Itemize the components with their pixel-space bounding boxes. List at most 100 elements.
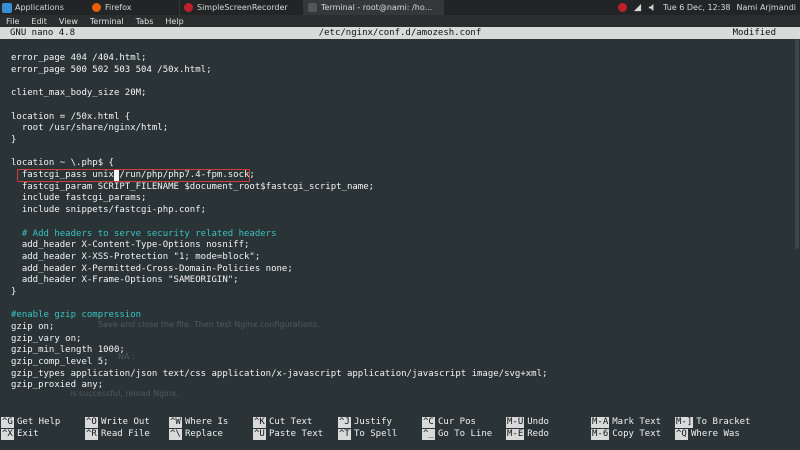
shortcut-label: Cur Pos <box>438 417 476 427</box>
shortcut-key: M-U <box>506 416 525 428</box>
volume-icon[interactable] <box>648 3 657 12</box>
shortcut-label: Paste Text <box>269 429 324 439</box>
shortcut-key: ^C <box>422 416 435 428</box>
shortcut-undo[interactable]: M-U Undo <box>506 416 549 428</box>
applications-label: Applications <box>15 3 64 12</box>
shortcut-to-spell[interactable]: ^T To Spell <box>338 428 397 440</box>
shortcut-label: Cut Text <box>269 417 313 427</box>
shortcut-label: Where Is <box>185 417 229 427</box>
background-text: NA : <box>118 352 135 361</box>
nano-title-bar: GNU nano 4.8 /etc/nginx/conf.d/amozesh.c… <box>0 27 800 39</box>
shortcut-where-was[interactable]: ^Q Where Was <box>675 428 740 440</box>
shortcut-mark-text[interactable]: M-A Mark Text <box>591 416 661 428</box>
recording-indicator-icon[interactable] <box>618 3 628 12</box>
top-panel: Applications Firefox SimpleScreenRecorde… <box>0 0 800 15</box>
shortcut-key: ^K <box>253 416 266 428</box>
editor-area[interactable]: error_page 404 /404.html; error_page 500… <box>0 39 800 411</box>
shortcut-key: ^\ <box>169 428 182 440</box>
code-line: include fastcgi_params; <box>11 193 147 203</box>
shortcut-key: M-6 <box>591 428 610 440</box>
menu-file[interactable]: File <box>6 17 19 26</box>
code-line: location ~ \.php$ { <box>11 158 114 168</box>
shortcut-label: Replace <box>185 429 223 439</box>
shortcut-cut-text[interactable]: ^K Cut Text <box>253 416 312 428</box>
shortcut-key: ^G <box>1 416 14 428</box>
shortcut-replace[interactable]: ^\ Replace <box>169 428 223 440</box>
code-line: gzip_min_length 1000; <box>11 345 125 355</box>
applications-menu[interactable]: Applications <box>0 2 88 13</box>
shortcut-label: Justify <box>354 417 392 427</box>
code-line: } <box>11 135 17 145</box>
shortcut-label: Go To Line <box>438 429 493 439</box>
terminal-menubar: File Edit View Terminal Tabs Help <box>0 15 800 27</box>
network-icon[interactable] <box>633 3 642 12</box>
code-line: include snippets/fastcgi-php.conf; <box>11 205 207 215</box>
shortcut-label: Where Was <box>691 429 740 439</box>
clock[interactable]: Tue 6 Dec, 12:38 <box>663 3 730 12</box>
taskbar-item-simplescreenrecorder[interactable]: SimpleScreenRecorder <box>180 0 304 15</box>
shortcut-exit[interactable]: ^X Exit <box>1 428 39 440</box>
shortcut-get-help[interactable]: ^G Get Help <box>1 416 60 428</box>
menu-tabs[interactable]: Tabs <box>136 17 154 26</box>
shortcut-justify[interactable]: ^J Justify <box>338 416 392 428</box>
highlight-box <box>17 169 250 182</box>
modified-status: Modified <box>732 28 776 38</box>
shortcut-label: Redo <box>527 429 549 439</box>
shortcut-label: Copy Text <box>612 429 662 439</box>
record-icon <box>184 3 193 12</box>
text-cursor <box>114 170 119 181</box>
shortcut-key: ^_ <box>422 428 435 440</box>
shortcut-label: Undo <box>527 417 549 427</box>
menu-help[interactable]: Help <box>165 17 183 26</box>
shortcut-copy-text[interactable]: M-6 Copy Text <box>591 428 661 440</box>
code-line: error_page 404 /404.html; <box>11 53 147 63</box>
shortcut-label: Mark Text <box>612 417 662 427</box>
shortcut-label: To Bracket <box>696 417 751 427</box>
shortcut-key: ^R <box>85 428 98 440</box>
shortcut-key: ^U <box>253 428 266 440</box>
firefox-icon <box>92 3 101 12</box>
shortcut-label: Read File <box>101 429 150 439</box>
terminal-icon <box>308 3 317 12</box>
code-line: } <box>11 287 17 297</box>
shortcut-redo[interactable]: M-E Redo <box>506 428 549 440</box>
code-line: add_header X-Frame-Options "SAMEORIGIN"; <box>11 275 239 285</box>
shortcut-cur-pos[interactable]: ^C Cur Pos <box>422 416 476 428</box>
shortcut-to-bracket[interactable]: M-] To Bracket <box>675 416 750 428</box>
shortcut-key: ^O <box>85 416 98 428</box>
menu-terminal[interactable]: Terminal <box>90 17 124 26</box>
scrollbar[interactable] <box>794 39 800 411</box>
code-line: gzip on; <box>11 322 55 332</box>
user-menu[interactable]: Nami Arjmandi <box>737 3 797 12</box>
shortcut-key: ^X <box>1 428 14 440</box>
shortcut-key: ^W <box>169 416 182 428</box>
code-line: error_page 500 502 503 504 /50x.html; <box>11 65 212 75</box>
scrollbar-thumb[interactable] <box>795 39 799 249</box>
applications-icon <box>2 2 12 13</box>
code-line: add_header X-Content-Type-Options nosnif… <box>11 240 250 250</box>
shortcut-write-out[interactable]: ^O Write Out <box>85 416 150 428</box>
shortcut-read-file[interactable]: ^R Read File <box>85 428 150 440</box>
file-name: /etc/nginx/conf.d/amozesh.conf <box>318 28 482 38</box>
code-line: gzip_comp_level 5; <box>11 357 109 367</box>
shortcut-key: ^T <box>338 428 351 440</box>
shortcut-key: M-E <box>506 428 525 440</box>
taskbar-item-terminal[interactable]: Terminal - root@nami: /ho... <box>304 0 444 15</box>
shortcut-label: To Spell <box>354 429 398 439</box>
code-line: root /usr/share/nginx/html; <box>11 123 169 133</box>
taskbar-item-firefox[interactable]: Firefox <box>88 0 180 15</box>
system-tray: Tue 6 Dec, 12:38 Nami Arjmandi <box>618 0 796 15</box>
shortcut-key: M-] <box>675 416 694 428</box>
shortcut-label: Write Out <box>101 417 150 427</box>
taskbar-item-label: Terminal - root@nami: /ho... <box>321 3 433 12</box>
shortcut-where-is[interactable]: ^W Where Is <box>169 416 228 428</box>
shortcut-go-to-line[interactable]: ^_ Go To Line <box>422 428 492 440</box>
background-text: Save and close the file. Then test Nginx… <box>98 320 320 329</box>
taskbar-item-label: SimpleScreenRecorder <box>197 3 288 12</box>
shortcut-paste-text[interactable]: ^U Paste Text <box>253 428 323 440</box>
menu-edit[interactable]: Edit <box>31 17 47 26</box>
menu-view[interactable]: View <box>59 17 78 26</box>
code-line: add_header X-XSS-Protection "1; mode=blo… <box>11 252 261 262</box>
shortcut-label: Get Help <box>17 417 61 427</box>
nano-shortcut-bar: ^G Get Help ^O Write Out ^W Where Is ^K Cut … <box>0 413 800 449</box>
